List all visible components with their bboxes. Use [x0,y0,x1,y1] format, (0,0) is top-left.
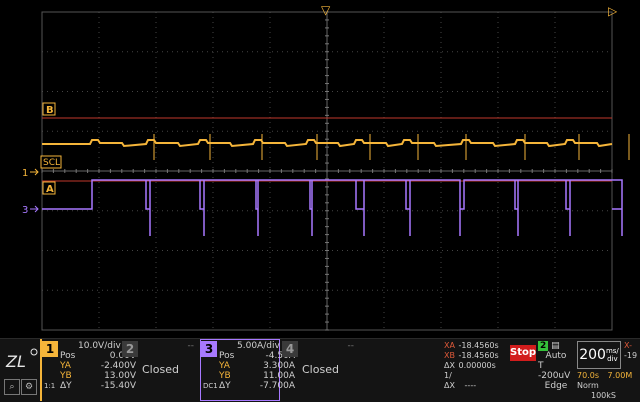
run-stop-button[interactable]: Stop [510,345,536,361]
ch1-dy-label: ΔY [60,381,72,391]
timebase-unit-bottom: div [607,355,618,363]
ch4-badge[interactable]: 4 [282,341,298,357]
inv-dx-value: ---- [464,381,477,390]
trigger-level: -200uV [538,371,571,381]
ch2-status: Closed [142,363,179,376]
ch3-scale: 5.00A/div [237,341,280,351]
trigger-panel[interactable]: 2 ▤ Auto T -200uV Edge [538,341,574,391]
screenshot-icon[interactable]: ⌕ [4,379,20,395]
ch3-badge[interactable]: 3 [201,341,217,357]
ch1-ground-marker[interactable]: 1 [22,168,28,179]
ch4-panel[interactable]: 4 -- Closed [282,341,358,399]
timebase-box[interactable]: 200ms/div [577,341,621,369]
ch3-coupling: DC1 [203,382,218,390]
ch1-coupling: 1:1 [44,382,56,390]
ch3-dy-label: ΔY [219,381,231,391]
norm-label: Norm [577,381,599,390]
trigger-menu-icon: ▤ [551,341,560,351]
trigger-t-label: T [538,361,544,371]
trigger-type: Edge [544,381,568,391]
trigger-level-marker[interactable]: ▷ [608,4,618,18]
delay-value: 70.0s [577,371,599,380]
inv-dx-label: 1/ΔX [444,371,455,390]
timebase-value: 200 [579,347,606,363]
x-label: X- [624,341,632,350]
cursor-measurements[interactable]: XA -18.4560s XB -18.4560s ΔX 0.00000s 1/… [444,341,506,391]
trigger-channel: 2 [538,341,549,351]
cursor-a-label[interactable]: A [46,184,54,195]
oscilloscope-screen: ▽ ▷ B A SCL 1 3 ZL ⌕ ⚙ 1 10.0V/div Pos0.… [0,0,640,402]
ch1-ya-label: YA [60,361,71,371]
cursor-b-label[interactable]: B [46,105,54,116]
sample-rate: 100kS [591,391,616,400]
ch1-yb-label: YB [60,371,72,381]
ch3-pos-label: Pos [219,351,235,361]
trigger-position-marker[interactable]: ▽ [321,3,331,17]
record-length: 7.00M [607,371,633,380]
zlg-logo-icon: ZL [5,348,38,371]
x-value: -19 [624,351,638,360]
ch3-yb-label: YB [219,371,231,381]
dx-label: ΔX [444,361,455,370]
xa-value: -18.4560s [458,341,499,350]
acquisition-info: 70.0s 7.00M Norm 100kS [577,371,640,401]
ch3-ya-label: YA [219,361,230,371]
ch4-status: Closed [302,363,339,376]
xb-label: XB [444,351,455,360]
ch1-scale: 10.0V/div [78,341,121,351]
svg-text:ZL: ZL [5,352,26,371]
ch3-ground-marker[interactable]: 3 [22,205,28,216]
scl-label: SCL [43,158,60,168]
ch3-panel[interactable]: 3 5.00A/div Pos -4.50A YA 3.300A YB 11.00A … [201,341,295,399]
status-bar: ZL ⌕ ⚙ 1 10.0V/div Pos0.00V YA-2.400V YB… [0,338,640,402]
ch1-badge[interactable]: 1 [42,341,58,357]
ch4-dashes: -- [347,341,355,351]
ch2-panel[interactable]: 2 -- Closed [122,341,198,399]
ch1-panel[interactable]: 1 10.0V/div Pos0.00V YA-2.400V YB13.00V … [42,341,136,399]
waveform-display[interactable]: ▽ ▷ B A SCL 1 3 [0,0,640,338]
dx-value: 0.00000s [458,361,496,370]
ch1-pos-label: Pos [60,351,76,361]
xb-value: -18.4560s [458,351,499,360]
timebase-unit-top: ms/ [605,347,619,355]
ch2-badge[interactable]: 2 [122,341,138,357]
ch2-dashes: -- [187,341,195,351]
settings-icon[interactable]: ⚙ [21,379,37,395]
xa-label: XA [444,341,455,350]
trigger-mode: Auto [545,351,567,361]
